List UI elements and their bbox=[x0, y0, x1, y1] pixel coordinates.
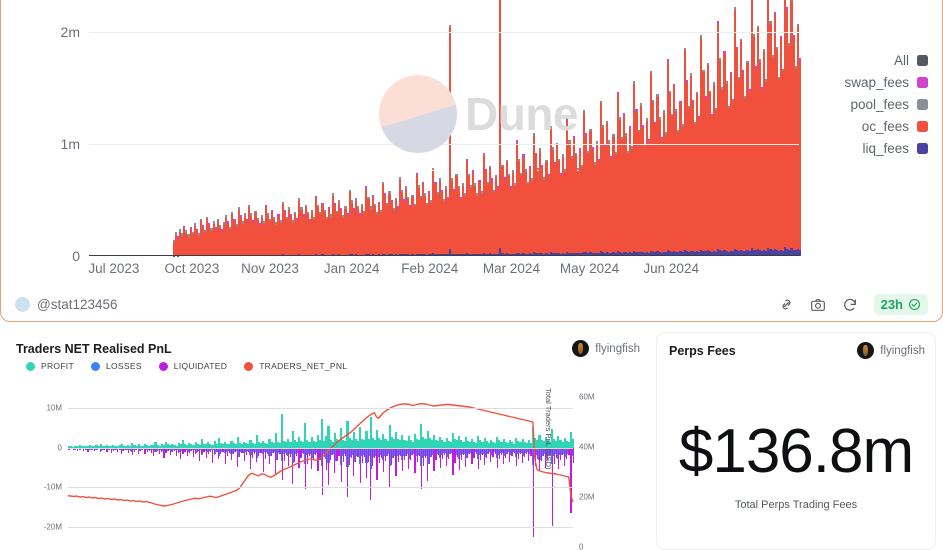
gridline bbox=[68, 527, 573, 529]
x-axis-tick: May 2024 bbox=[559, 261, 620, 276]
link-icon[interactable] bbox=[778, 296, 795, 313]
camera-icon[interactable] bbox=[810, 296, 827, 313]
fees-chart-panel: 0 1m 2m Jul 2023 Oct 2023 Nov 2023 Jan 2024 Feb… bbox=[0, 0, 943, 322]
fees-chart-area: 0 1m 2m Jul 2023 Oct 2023 Nov 2023 Jan 2024 Feb… bbox=[1, 0, 816, 287]
legend-swatch bbox=[917, 77, 928, 88]
legend-label: pool_fees bbox=[850, 97, 909, 112]
legend-label: PROFIT bbox=[41, 361, 74, 371]
gridline bbox=[68, 407, 573, 409]
gridline bbox=[68, 447, 573, 449]
y2-axis-tick: 60M bbox=[579, 392, 595, 402]
legend-item-All[interactable]: All bbox=[894, 53, 928, 68]
legend-item-profit[interactable]: PROFIT bbox=[26, 361, 74, 371]
y-axis-tick: 0 bbox=[57, 443, 62, 453]
author-chip[interactable]: flyingfish bbox=[857, 342, 925, 359]
perps-fees-panel: Perps Fees flyingfish $136.8m Total Perp… bbox=[656, 332, 936, 550]
traders-pnl-panel: Traders NET Realised PnL flyingfish PROF… bbox=[8, 330, 648, 550]
screenshot-root: 0 1m 2m Jul 2023 Oct 2023 Nov 2023 Jan 2024 Feb… bbox=[0, 0, 943, 550]
x-axis-tick: Feb 2024 bbox=[401, 261, 459, 276]
gridline bbox=[89, 143, 799, 145]
perps-fees-header: Perps Fees flyingfish bbox=[669, 342, 925, 359]
legend-label: TRADERS_NET_PNL bbox=[259, 361, 348, 371]
author-chip[interactable]: flyingfish bbox=[572, 340, 640, 357]
legend-item-oc-fees[interactable]: oc_fees bbox=[862, 119, 928, 134]
x-axis-tick: Jan 2024 bbox=[323, 261, 380, 276]
legend-label: LIQUIDATED bbox=[173, 361, 228, 371]
legend-item-traders-net-pnl[interactable]: TRADERS_NET_PNL bbox=[244, 361, 347, 371]
traders-pnl-legend[interactable]: PROFIT LOSSES LIQUIDATED TRADERS_NET_PNL bbox=[26, 361, 347, 371]
freshness-badge[interactable]: 23h bbox=[873, 294, 928, 315]
legend-label: liq_fees bbox=[862, 141, 909, 156]
big-number: $136.8m bbox=[678, 417, 914, 486]
author-name: flyingfish bbox=[595, 342, 640, 355]
fees-bars[interactable] bbox=[89, 0, 801, 256]
legend-item-swap-fees[interactable]: swap_fees bbox=[844, 75, 928, 90]
x-axis-tick: Jun 2024 bbox=[643, 261, 699, 276]
avatar bbox=[857, 342, 875, 359]
y-axis-tick: 0 bbox=[72, 248, 80, 264]
legend-swatch bbox=[917, 99, 928, 110]
legend-label: All bbox=[893, 53, 909, 68]
author-name: flyingfish bbox=[880, 344, 925, 357]
fees-panel-footer: @stat123456 23h bbox=[1, 294, 942, 315]
y-axis-tick: -20M bbox=[43, 522, 62, 532]
legend-swatch bbox=[917, 55, 928, 66]
legend-swatch bbox=[917, 143, 928, 154]
x-axis-line bbox=[89, 254, 799, 256]
traders-net-pnl-line bbox=[68, 392, 573, 547]
y-axis-tick: 2m bbox=[60, 23, 80, 40]
refresh-icon[interactable] bbox=[842, 296, 859, 313]
legend-item-liq-fees[interactable]: liq_fees bbox=[862, 141, 928, 156]
y-axis-tick: -10M bbox=[43, 482, 62, 492]
gridline bbox=[89, 31, 799, 33]
legend-dot bbox=[90, 361, 100, 371]
x-axis-tick: Nov 2023 bbox=[241, 261, 299, 276]
author-handle: @stat123456 bbox=[37, 297, 118, 312]
pnl-line-path bbox=[68, 404, 573, 506]
x-axis-tick: Mar 2024 bbox=[482, 261, 540, 276]
check-circle-icon bbox=[908, 298, 921, 311]
legend-label: swap_fees bbox=[844, 75, 909, 90]
avatar bbox=[572, 340, 590, 357]
freshness-label: 23h bbox=[880, 297, 903, 312]
bar[interactable] bbox=[798, 0, 801, 256]
x-axis-tick: Oct 2023 bbox=[164, 261, 220, 276]
panel-title: Perps Fees bbox=[669, 343, 736, 358]
legend-item-pool-fees[interactable]: pool_fees bbox=[850, 97, 928, 112]
legend-item-liquidated[interactable]: LIQUIDATED bbox=[158, 361, 228, 371]
traders-pnl-header: Traders NET Realised PnL flyingfish bbox=[16, 340, 640, 357]
y-axis-tick: 10M bbox=[46, 403, 62, 413]
y2-axis-tick: 0 bbox=[579, 542, 584, 550]
legend-label: oc_fees bbox=[861, 119, 909, 134]
author-chip[interactable]: @stat123456 bbox=[15, 297, 118, 312]
y2-axis-tick: 40M bbox=[579, 442, 595, 452]
legend-dot bbox=[158, 361, 168, 371]
x-axis-tick: Jul 2023 bbox=[88, 261, 140, 276]
legend-swatch bbox=[917, 121, 928, 132]
legend-dot bbox=[244, 361, 254, 371]
gridline bbox=[68, 487, 573, 489]
y2-axis-tick: 20M bbox=[579, 492, 595, 502]
legend-label: LOSSES bbox=[105, 361, 142, 371]
avatar bbox=[15, 297, 30, 312]
fees-plot: 0 1m 2m Jul 2023 Oct 2023 Nov 2023 Jan 2024 Feb… bbox=[61, 0, 801, 276]
panel-actions: 23h bbox=[778, 294, 928, 315]
legend-item-losses[interactable]: LOSSES bbox=[90, 361, 142, 371]
perps-fees-value-block: $136.8m Total Perps Trading Fees bbox=[657, 417, 935, 512]
y2-axis-label: Total Traders PnL (USD) bbox=[544, 388, 553, 470]
big-number-caption: Total Perps Trading Fees bbox=[734, 499, 858, 511]
legend-dot bbox=[26, 361, 35, 371]
traders-pnl-plot: 10M 0 -10M -20M 60M 40M 20M 0 bbox=[44, 392, 595, 550]
fees-legend[interactable]: All swap_fees pool_fees oc_fees liq_fees bbox=[844, 53, 928, 156]
panel-title: Traders NET Realised PnL bbox=[16, 341, 172, 356]
y-axis-tick: 1m bbox=[60, 135, 80, 152]
